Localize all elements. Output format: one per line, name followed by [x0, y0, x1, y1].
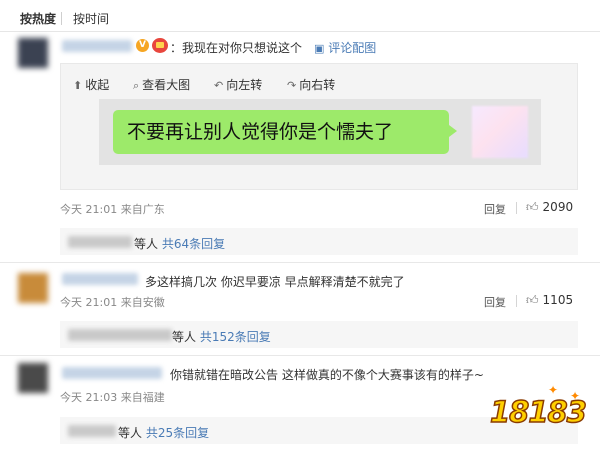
- rotate-right-label: 向右转: [299, 78, 336, 92]
- comment-image-link-label: 评论配图: [328, 41, 377, 55]
- comment-text: 你错就错在暗改公告 这样做真的不像个大赛事该有的样子~: [170, 368, 484, 382]
- sub-replies[interactable]: 等人 共152条回复: [60, 321, 578, 348]
- site-watermark-logo: ✦ ✦ 18183: [486, 383, 587, 437]
- comment-meta: 今天 21:01 来自广东: [60, 203, 165, 216]
- sub-replies-summary: 等人 共25条回复: [118, 424, 209, 441]
- like-count: 2090: [542, 200, 574, 214]
- replier-names-blurred: [68, 425, 116, 437]
- view-large-button[interactable]: ⌕ 查看大图: [133, 76, 190, 93]
- sub-replies-summary: 等人 共152条回复: [172, 328, 271, 345]
- search-icon: ⌕: [133, 79, 140, 92]
- comment-meta: 今天 21:03 来自福建: [60, 391, 165, 404]
- sub-replies-count[interactable]: 共64条回复: [162, 237, 225, 251]
- rotate-right-button[interactable]: ↷ 向右转: [287, 76, 335, 93]
- sub-replies[interactable]: 等人 共64条回复: [60, 228, 578, 255]
- comment-text: 多这样搞几次 你迟早要凉 早点解释清楚不就完了: [145, 275, 405, 289]
- rotate-left-button[interactable]: ↶ 向左转: [214, 76, 262, 93]
- avatar[interactable]: [18, 363, 48, 393]
- tab-divider: [61, 12, 62, 25]
- comment-image[interactable]: 不要再让别人觉得你是个懦夫了: [99, 99, 541, 165]
- verified-badge-icon: V: [136, 39, 149, 52]
- sub-replies-suffix: 等人: [134, 237, 159, 251]
- username-blurred[interactable]: [62, 273, 138, 285]
- tab-sort-time[interactable]: 按时间: [73, 10, 109, 27]
- collapse-label: 收起: [85, 78, 110, 92]
- watermark-text: 18183: [489, 394, 587, 430]
- avatar[interactable]: [18, 273, 48, 303]
- like-button[interactable]: 👍︎ 1105: [526, 293, 573, 308]
- rotate-right-icon: ↷: [287, 79, 297, 92]
- rotate-left-label: 向左转: [226, 78, 263, 92]
- comment-image-link[interactable]: ▣ 评论配图: [314, 39, 376, 56]
- arrow-up-icon: ⬆: [73, 79, 83, 92]
- username-blurred[interactable]: [62, 40, 132, 52]
- reply-button[interactable]: 回复: [484, 294, 506, 310]
- vip-crown-icon: [152, 38, 168, 53]
- reply-button[interactable]: 回复: [484, 201, 506, 217]
- tab-sort-hot[interactable]: 按热度: [20, 10, 56, 27]
- like-count: 1105: [542, 293, 574, 307]
- divider: [516, 202, 517, 214]
- divider: [0, 355, 600, 356]
- sub-replies-suffix: 等人: [172, 330, 197, 344]
- replier-names-blurred: [68, 236, 132, 248]
- sub-replies-suffix: 等人: [118, 426, 143, 440]
- replier-names-blurred: [68, 329, 172, 341]
- comment-meta: 今天 21:01 来自安徽: [60, 296, 165, 309]
- sub-replies-count[interactable]: 共25条回复: [146, 426, 209, 440]
- divider: [0, 31, 600, 32]
- username-blurred[interactable]: [62, 367, 162, 379]
- chat-avatar-image: [472, 106, 528, 158]
- thumbs-up-icon: 👍︎: [526, 200, 539, 214]
- image-icon: ▣: [314, 42, 325, 55]
- divider: [0, 262, 600, 263]
- comment-text: ：我现在对你只想说这个: [170, 41, 303, 55]
- rotate-left-icon: ↶: [214, 79, 224, 92]
- sub-replies-count[interactable]: 共152条回复: [200, 330, 271, 344]
- thumbs-up-icon: 👍︎: [526, 293, 539, 307]
- avatar[interactable]: [18, 38, 48, 68]
- collapse-button[interactable]: ⬆ 收起: [73, 76, 109, 93]
- divider: [516, 295, 517, 307]
- chat-bubble: 不要再让别人觉得你是个懦夫了: [113, 110, 457, 154]
- like-button[interactable]: 👍︎ 2090: [526, 200, 573, 215]
- view-large-label: 查看大图: [142, 78, 191, 92]
- sub-replies-summary: 等人 共64条回复: [134, 235, 225, 252]
